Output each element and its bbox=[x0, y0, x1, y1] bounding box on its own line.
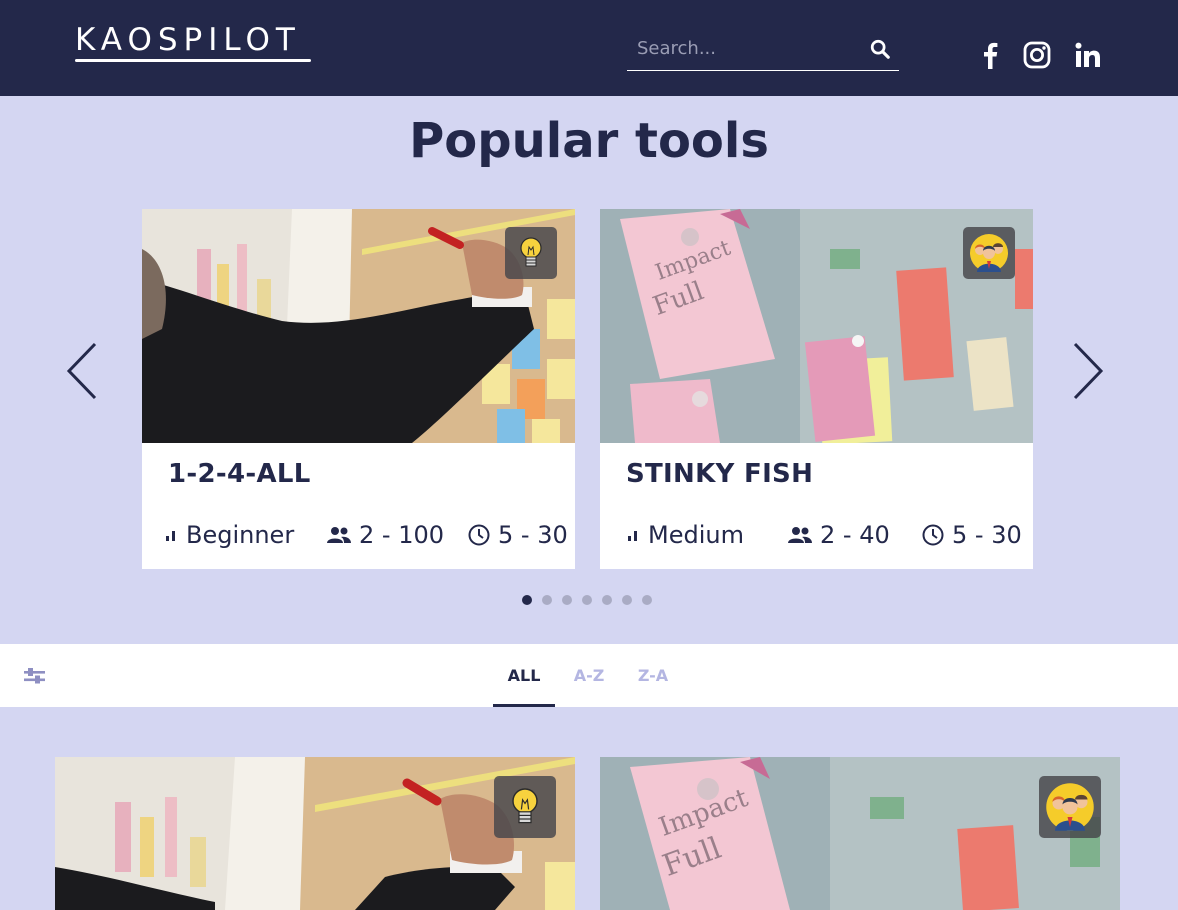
participants-info: 2 - 40 bbox=[788, 520, 890, 550]
tool-card[interactable]: Impact Full bbox=[600, 757, 1120, 910]
card-title: 1-2-4-ALL bbox=[168, 459, 311, 489]
level-icon bbox=[166, 531, 175, 541]
people-icon bbox=[788, 527, 812, 543]
card-title: STINKY FISH bbox=[626, 459, 814, 489]
team-icon bbox=[963, 227, 1015, 279]
tab-a-z[interactable]: A-Z bbox=[568, 644, 610, 707]
search-icon[interactable] bbox=[869, 38, 891, 60]
search-box bbox=[627, 30, 899, 71]
pagination-dot[interactable] bbox=[602, 595, 612, 605]
duration-label: 5 - 30 bbox=[952, 521, 1022, 549]
clock-icon bbox=[468, 524, 490, 546]
site-header: KAOSPILOT bbox=[0, 0, 1178, 96]
tool-card[interactable]: 1-2-4-ALL Beginner 2 - 100 5 - 30 bbox=[142, 209, 575, 569]
page-title: Popular tools bbox=[409, 113, 769, 169]
pagination-dot[interactable] bbox=[562, 595, 572, 605]
people-icon bbox=[327, 527, 351, 543]
level-info: Medium bbox=[628, 520, 744, 550]
participants-label: 2 - 40 bbox=[820, 521, 890, 549]
participants-info: 2 - 100 bbox=[327, 520, 444, 550]
duration-label: 5 - 30 bbox=[498, 521, 568, 549]
facebook-icon[interactable] bbox=[975, 40, 1005, 70]
duration-info: 5 - 30 bbox=[922, 520, 1022, 550]
level-label: Beginner bbox=[186, 521, 295, 549]
participants-label: 2 - 100 bbox=[359, 521, 444, 549]
pagination-dot[interactable] bbox=[542, 595, 552, 605]
pagination-dot[interactable] bbox=[642, 595, 652, 605]
logo-underline bbox=[75, 59, 311, 62]
instagram-icon[interactable] bbox=[1022, 40, 1052, 70]
logo-text: KAOSPILOT bbox=[75, 22, 301, 58]
duration-info: 5 - 30 bbox=[468, 520, 568, 550]
level-info: Beginner bbox=[166, 520, 294, 550]
filter-sliders-icon[interactable] bbox=[24, 666, 45, 686]
level-label: Medium bbox=[648, 521, 744, 549]
tool-card[interactable]: Impact Full STINKY FISH Medium 2 - 40 5 … bbox=[600, 209, 1033, 569]
tool-card[interactable] bbox=[55, 757, 575, 910]
carousel-pagination bbox=[522, 595, 652, 605]
kaospilot-logo[interactable]: KAOSPILOT bbox=[75, 24, 311, 66]
clock-icon bbox=[922, 524, 944, 546]
pagination-dot[interactable] bbox=[582, 595, 592, 605]
search-input[interactable] bbox=[627, 30, 857, 66]
linkedin-icon[interactable] bbox=[1073, 40, 1103, 70]
lightbulb-icon bbox=[494, 776, 556, 838]
filter-bar: ALL A-Z Z-A bbox=[0, 644, 1178, 707]
carousel-next-arrow[interactable] bbox=[1068, 340, 1108, 402]
carousel-prev-arrow[interactable] bbox=[62, 340, 102, 402]
tab-all[interactable]: ALL bbox=[493, 644, 555, 707]
tab-z-a[interactable]: Z-A bbox=[632, 644, 674, 707]
team-icon bbox=[1039, 776, 1101, 838]
level-icon bbox=[628, 531, 637, 541]
pagination-dot[interactable] bbox=[522, 595, 532, 605]
pagination-dot[interactable] bbox=[622, 595, 632, 605]
lightbulb-icon bbox=[505, 227, 557, 279]
